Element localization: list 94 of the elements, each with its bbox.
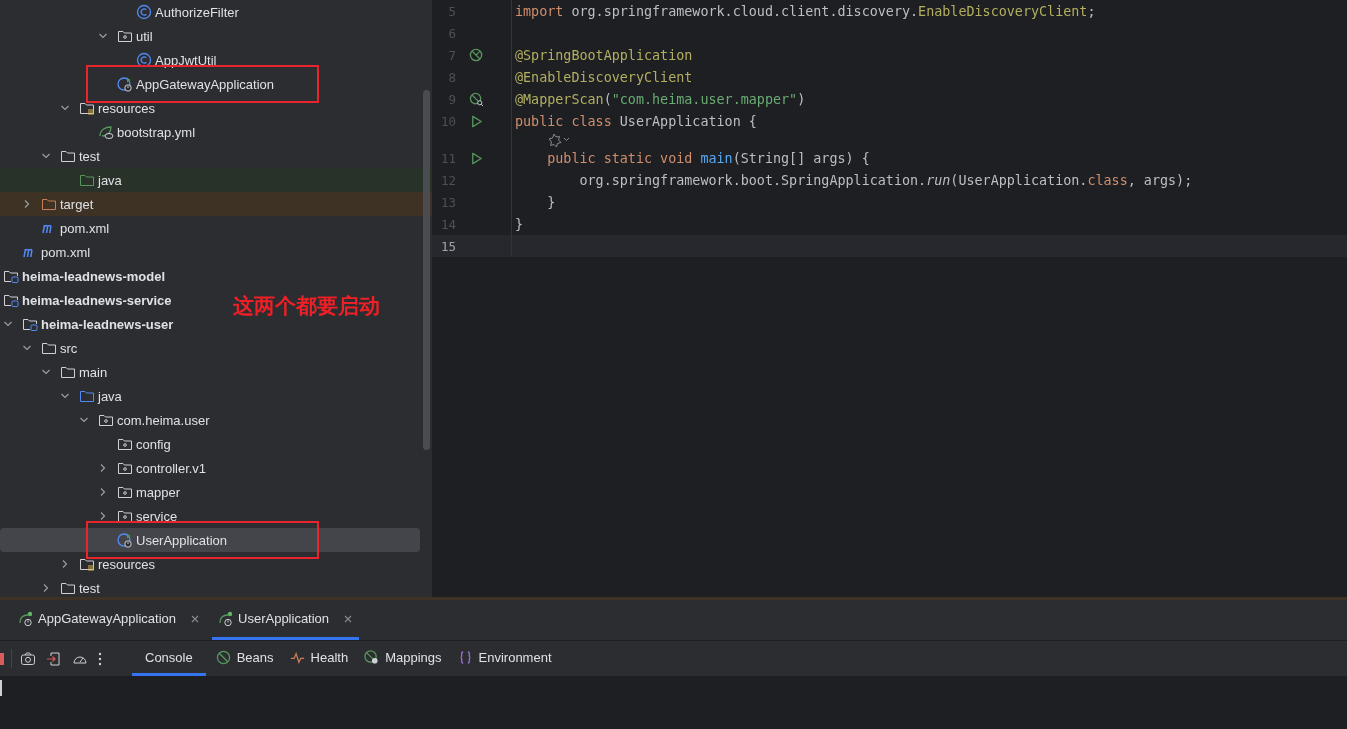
package-icon [117, 484, 133, 500]
chevron-right-icon[interactable] [60, 559, 70, 569]
module-icon [22, 316, 38, 332]
spring-run-icon [18, 610, 34, 627]
tree-item[interactable]: resources [0, 96, 160, 120]
tree-item[interactable]: mapper [0, 480, 185, 504]
class-icon [136, 52, 152, 68]
bean-icon [215, 649, 231, 665]
code-line: org.springframework.boot.SpringApplication.run(UserApplication.class, args); [578, 172, 1193, 188]
tree-item[interactable]: pom.xml [0, 216, 114, 240]
tree-item[interactable]: heima-leadnews-service [0, 288, 176, 312]
tree-item[interactable]: resources [0, 552, 160, 576]
chevron-right-icon[interactable] [98, 487, 108, 497]
chevron-right-icon[interactable] [98, 511, 108, 521]
run-tab[interactable]: UserApplication [212, 600, 360, 640]
tree-item[interactable]: UserApplication [0, 528, 420, 552]
class-icon [136, 4, 152, 20]
package-icon [117, 28, 133, 44]
tree-item[interactable]: AuthorizeFilter [0, 0, 243, 24]
folder-icon [79, 172, 95, 188]
folder-icon [41, 340, 57, 356]
package-icon [117, 460, 133, 476]
tree-item[interactable]: heima-leadnews-user [0, 312, 178, 336]
spring-run-icon [218, 610, 235, 627]
tree-item[interactable]: heima-leadnews-model [0, 264, 170, 288]
folder-icon [60, 580, 76, 596]
code-line: } [546, 194, 556, 210]
braces-icon [457, 649, 473, 665]
resources-folder-icon [79, 100, 95, 116]
tree-item[interactable]: AppGatewayApplication [0, 72, 279, 96]
chevron-down-icon[interactable] [60, 103, 70, 113]
stop-icon[interactable] [0, 652, 4, 665]
module-icon [3, 268, 19, 284]
camera-icon[interactable] [20, 650, 36, 667]
tree-item[interactable]: service [0, 504, 182, 528]
chevron-down-icon[interactable] [3, 319, 13, 329]
leaf-icon [98, 124, 114, 140]
package-icon [117, 508, 133, 524]
bean-search-icon[interactable] [468, 91, 484, 107]
code-line: import org.springframework.cloud.client.discovery.EnableDiscoveryClient; [515, 3, 1096, 19]
tree-item[interactable]: config [0, 432, 175, 456]
annotation-text: 这两个都要启动 [233, 293, 380, 320]
code-line: public static void main(String[] args) { [546, 150, 870, 166]
exit-icon[interactable] [46, 650, 62, 667]
tree-item[interactable]: controller.v1 [0, 456, 211, 480]
app-class-icon [117, 532, 133, 548]
line-number: 15 [439, 238, 456, 254]
module-icon [3, 292, 19, 308]
package-icon [98, 412, 114, 428]
code-line: @MapperScan("com.heima.user.mapper") [515, 91, 806, 107]
folder-icon [79, 388, 95, 404]
tool-tab[interactable]: Beans [209, 641, 280, 676]
resources-folder-icon [79, 556, 95, 572]
tree-item[interactable]: test [0, 576, 104, 597]
package-icon [117, 436, 133, 452]
mappings-icon [364, 649, 380, 665]
chevron-down-icon[interactable] [60, 391, 70, 401]
tree-item[interactable]: target [0, 192, 432, 216]
tree-item[interactable]: java [0, 168, 432, 192]
inlay-hint-icon[interactable] [547, 132, 571, 147]
tree-item[interactable]: bootstrap.yml [0, 120, 200, 144]
tool-tab[interactable]: Environment [451, 641, 558, 676]
app-class-icon [117, 76, 133, 92]
tree-item[interactable]: pom.xml [0, 240, 95, 264]
folder-icon [60, 148, 76, 164]
chevron-down-icon[interactable] [79, 415, 89, 425]
chevron-right-icon[interactable] [98, 463, 108, 473]
chevron-right-icon[interactable] [22, 199, 32, 209]
tool-tab[interactable]: Health [283, 641, 355, 676]
folder-icon [41, 196, 57, 212]
tree-item[interactable]: main [0, 360, 112, 384]
folder-icon [60, 364, 76, 380]
code-line: } [515, 216, 524, 232]
code-line: @EnableDiscoveryClient [515, 69, 693, 85]
chevron-down-icon[interactable] [22, 343, 32, 353]
tree-item[interactable]: com.heima.user [0, 408, 214, 432]
tree-item[interactable]: java [0, 384, 126, 408]
run-tab[interactable]: AppGatewayApplication [12, 600, 207, 640]
tree-item[interactable]: test [0, 144, 104, 168]
chevron-right-icon[interactable] [41, 583, 51, 593]
tree-item[interactable]: src [0, 336, 82, 360]
tree-item[interactable]: AppJwtUtil [0, 48, 221, 72]
close-icon[interactable] [190, 613, 201, 624]
chevron-down-icon[interactable] [41, 367, 51, 377]
chevron-down-icon[interactable] [98, 31, 108, 41]
scrollbar[interactable] [423, 90, 430, 450]
bean-icon[interactable] [468, 47, 484, 63]
code-line: public class UserApplication { [515, 113, 757, 129]
chevron-down-icon[interactable] [41, 151, 51, 161]
tool-tab[interactable]: Mappings [358, 641, 448, 676]
tree-item[interactable]: util [0, 24, 157, 48]
close-icon[interactable] [343, 613, 354, 624]
more-icon[interactable] [98, 650, 102, 667]
code-line: @SpringBootApplication [515, 47, 693, 63]
